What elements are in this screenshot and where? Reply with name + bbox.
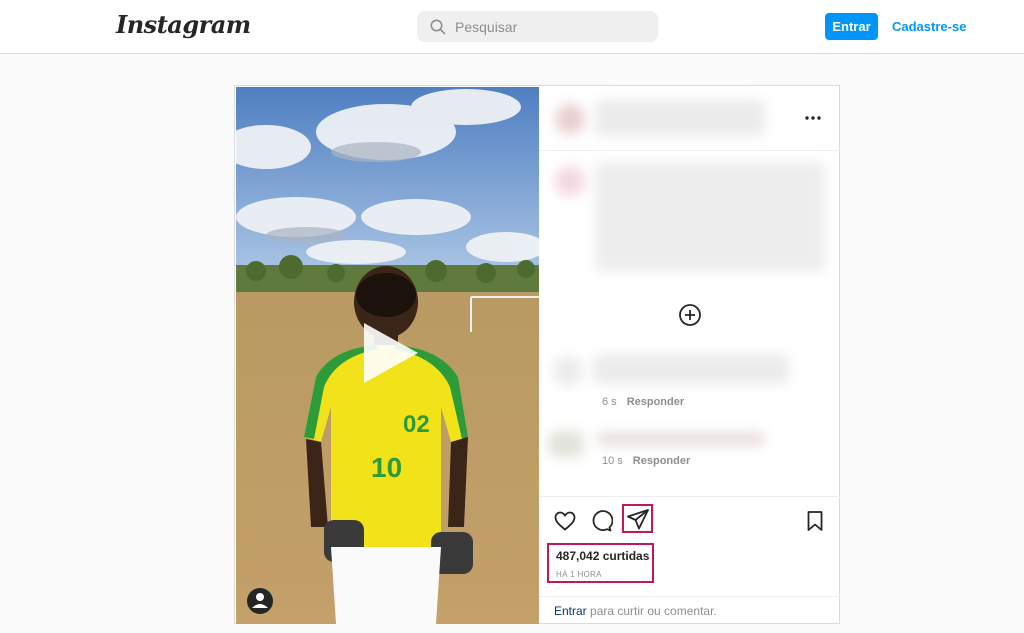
login-button[interactable]: Entrar: [825, 13, 878, 40]
comment-meta: 10 s Responder: [602, 455, 690, 467]
search-icon: [430, 19, 446, 35]
post-actions: [539, 496, 840, 545]
add-comment-icon[interactable]: [677, 302, 703, 328]
instagram-logo[interactable]: Instagram: [116, 10, 251, 39]
login-prompt-rest: para curtir ou comentar.: [586, 604, 717, 618]
author-name-blurred[interactable]: [595, 100, 765, 136]
video-frame: 02 10: [236, 87, 539, 624]
caption-blurred: [595, 162, 825, 272]
bookmark-icon[interactable]: [803, 509, 827, 533]
post-time[interactable]: HÁ 1 HORA: [556, 570, 602, 579]
comment-meta: 6 s Responder: [602, 396, 684, 408]
comment-text-blurred: [593, 354, 789, 384]
search-input[interactable]: [455, 11, 650, 42]
post-header: [539, 86, 840, 151]
comment-time: 6 s: [602, 396, 617, 408]
svg-text:02: 02: [403, 411, 430, 438]
reply-button[interactable]: Responder: [627, 396, 684, 408]
comment-icon[interactable]: [589, 509, 613, 533]
comment-time: 10 s: [602, 455, 623, 467]
caption-avatar: [555, 166, 585, 196]
heart-icon[interactable]: [553, 509, 577, 533]
likes-highlight: 487,042 curtidas HÁ 1 HORA: [547, 543, 654, 583]
comment-avatar: [553, 356, 583, 386]
comment-text-blurred: [597, 432, 765, 446]
post-side-panel: 6 s Responder 10 s Responder 487,042 cur…: [539, 86, 840, 623]
login-link[interactable]: Entrar: [554, 604, 587, 618]
top-navigation-bar: Instagram Entrar Cadastre-se: [0, 0, 1024, 54]
share-icon[interactable]: [626, 507, 650, 531]
more-icon[interactable]: [803, 108, 823, 128]
login-prompt: Entrar para curtir ou comentar.: [539, 596, 840, 624]
reply-button[interactable]: Responder: [633, 455, 690, 467]
likes-count[interactable]: 487,042 curtidas: [556, 549, 649, 563]
comment-avatar: [549, 431, 583, 457]
svg-text:10: 10: [371, 452, 402, 483]
post-video[interactable]: 02 10: [236, 87, 539, 624]
login-prompt-text: Entrar para curtir ou comentar.: [554, 604, 717, 618]
signup-link[interactable]: Cadastre-se: [892, 19, 966, 34]
author-avatar[interactable]: [555, 104, 585, 134]
search-box[interactable]: [417, 11, 658, 42]
user-tag-icon[interactable]: [247, 588, 273, 614]
post-card: 02 10 6 s Responder 10 s Responder 487,0…: [234, 85, 840, 624]
